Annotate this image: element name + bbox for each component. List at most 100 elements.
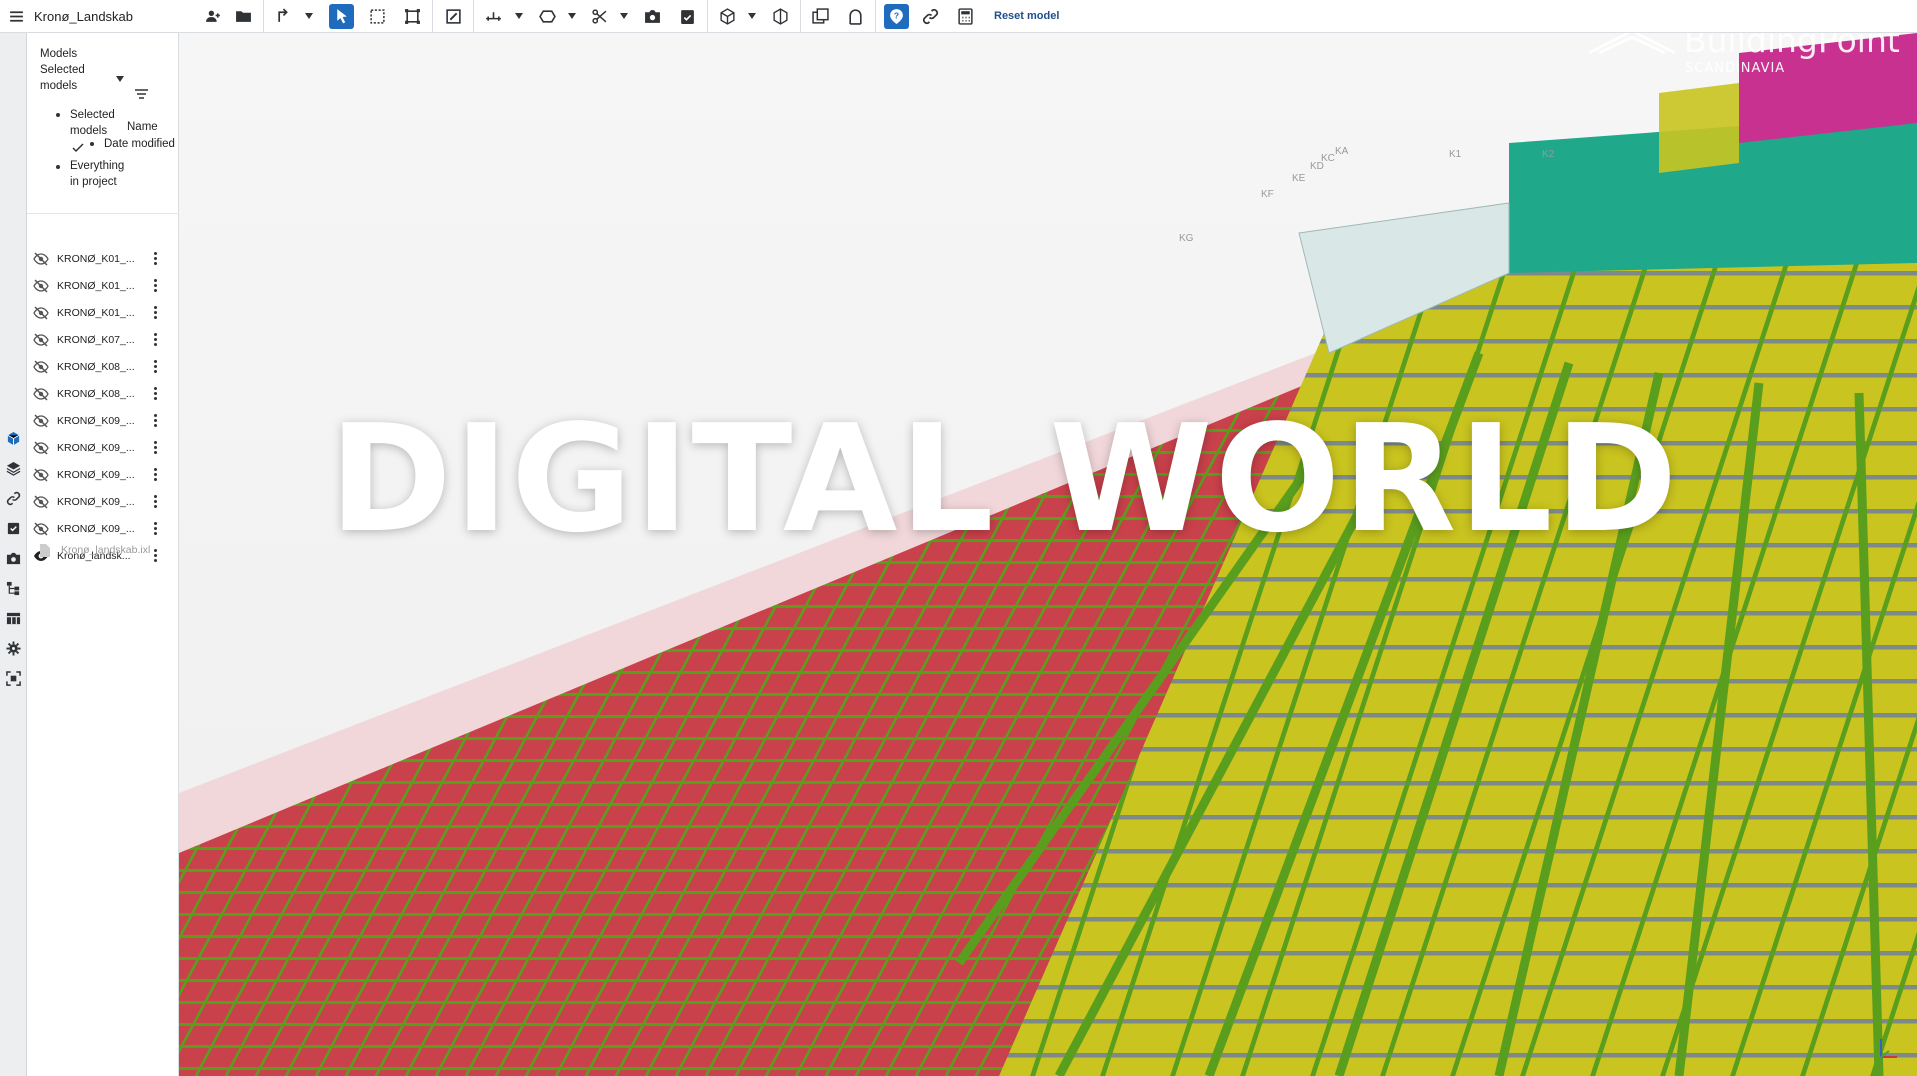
- model-row[interactable]: KRONØ_K09_...: [27, 462, 179, 489]
- model-row[interactable]: KRONØ_K09_...: [27, 489, 179, 516]
- shape-tool-icon[interactable]: [535, 4, 560, 29]
- sort-option-name[interactable]: Name: [127, 119, 158, 135]
- todo-check-icon[interactable]: [4, 519, 23, 538]
- project-title[interactable]: Kronø_Landskab: [34, 9, 133, 24]
- eye-off-icon[interactable]: [33, 441, 49, 455]
- more-options-icon[interactable]: [151, 440, 159, 456]
- eye-off-icon[interactable]: [33, 387, 49, 401]
- folder-icon[interactable]: [231, 4, 256, 29]
- toolbar-divider: [263, 0, 264, 33]
- link-icon[interactable]: [918, 4, 943, 29]
- model-name: KRONØ_K09_...: [57, 523, 135, 535]
- more-options-icon[interactable]: [151, 467, 159, 483]
- list-bullet: [56, 113, 60, 117]
- models-panel: Models Selected models Selected models N…: [27, 33, 179, 1076]
- more-options-icon[interactable]: [151, 413, 159, 429]
- measure-icon[interactable]: [481, 4, 506, 29]
- model-name: KRONØ_K09_...: [57, 496, 135, 508]
- model-row[interactable]: KRONØ_K01_...: [27, 300, 179, 327]
- model-name: KRONØ_K01_...: [57, 307, 135, 319]
- menu-icon[interactable]: [4, 4, 29, 29]
- eye-off-icon[interactable]: [33, 333, 49, 347]
- model-row[interactable]: KRONØ_K09_...: [27, 408, 179, 435]
- grid-label: K2: [1542, 149, 1555, 160]
- eye-off-icon[interactable]: [33, 279, 49, 293]
- link-icon[interactable]: [4, 489, 23, 508]
- filter-dropdown-icon[interactable]: [116, 76, 124, 82]
- eye-off-icon[interactable]: [33, 360, 49, 374]
- more-options-icon[interactable]: [151, 332, 159, 348]
- fit-view-icon[interactable]: [4, 669, 23, 688]
- help-icon[interactable]: ?: [884, 4, 909, 29]
- model-name: KRONØ_K08_...: [57, 388, 135, 400]
- chevron-down-icon[interactable]: [305, 10, 313, 22]
- eye-off-icon[interactable]: [33, 252, 49, 266]
- more-options-icon[interactable]: [151, 278, 159, 294]
- layers-icon[interactable]: [4, 459, 23, 478]
- chevron-down-icon[interactable]: [620, 10, 628, 22]
- tree-structure-icon[interactable]: [4, 579, 23, 598]
- layers-view-icon[interactable]: [808, 4, 833, 29]
- toolbar-divider: [473, 0, 474, 33]
- select-tool-icon[interactable]: [329, 4, 354, 29]
- model-row[interactable]: KRONØ_K08_...: [27, 354, 179, 381]
- area-select-icon[interactable]: [365, 4, 390, 29]
- clipboard-check-icon[interactable]: [675, 4, 700, 29]
- share-users-icon[interactable]: [201, 4, 226, 29]
- option-everything-line2[interactable]: in project: [70, 174, 117, 190]
- buildingpoint-logo-icon: [1588, 33, 1676, 55]
- model-row[interactable]: KRONØ_K07_...: [27, 327, 179, 354]
- more-options-icon[interactable]: [151, 494, 159, 510]
- ghost-icon[interactable]: [843, 4, 868, 29]
- model-name: KRONØ_K01_...: [57, 280, 135, 292]
- settings-gear-icon[interactable]: [4, 639, 23, 658]
- cube-view-icon[interactable]: [715, 4, 740, 29]
- chevron-down-icon[interactable]: [515, 10, 523, 22]
- more-options-icon[interactable]: [151, 386, 159, 402]
- chevron-down-icon[interactable]: [748, 10, 756, 22]
- brand-region: SCANDINAVIA: [1685, 61, 1786, 76]
- model-filter-line1[interactable]: Selected: [40, 62, 85, 78]
- option-selected-models-line2[interactable]: models: [70, 123, 107, 139]
- markup-icon[interactable]: [441, 4, 466, 29]
- eye-off-icon[interactable]: [33, 468, 49, 482]
- option-selected-models-line1[interactable]: Selected: [70, 107, 115, 123]
- model-row[interactable]: KRONØ_K08_...: [27, 381, 179, 408]
- file-row[interactable]: Kronø_landskab.ixl: [27, 537, 179, 564]
- sort-option-date-modified[interactable]: Date modified: [104, 136, 175, 152]
- axis-gizmo-icon: [1880, 1039, 1897, 1058]
- overlay-title: DIGITAL WORLD: [329, 393, 1680, 565]
- model-row[interactable]: KRONØ_K01_...: [27, 273, 179, 300]
- models-cube-icon[interactable]: [4, 429, 23, 448]
- option-everything-line1[interactable]: Everything: [70, 158, 124, 174]
- camera-icon[interactable]: [4, 549, 23, 568]
- model-row[interactable]: KRONØ_K01_...: [27, 246, 179, 273]
- toolbar-divider: [875, 0, 876, 33]
- frame-select-icon[interactable]: [400, 4, 425, 29]
- more-options-icon[interactable]: [151, 359, 159, 375]
- model-filter-line2[interactable]: models: [40, 78, 77, 94]
- eye-off-icon[interactable]: [33, 495, 49, 509]
- calculator-icon[interactable]: [953, 4, 978, 29]
- eye-off-icon[interactable]: [33, 414, 49, 428]
- more-options-icon[interactable]: [151, 521, 159, 537]
- eye-off-icon[interactable]: [33, 522, 49, 536]
- model-name: KRONØ_K01_...: [57, 253, 135, 265]
- fly-mode-icon[interactable]: [272, 4, 297, 29]
- reset-model-button[interactable]: Reset model: [994, 10, 1059, 22]
- model-row[interactable]: KRONØ_K09_...: [27, 435, 179, 462]
- 3d-viewport[interactable]: KG KF KE KD KC KA K1 K2 BuildingPoint SC…: [179, 33, 1917, 1076]
- camera-icon[interactable]: [640, 4, 665, 29]
- section-box-icon[interactable]: [768, 4, 793, 29]
- main-toolbar: Kronø_Landskab ? Reset model: [0, 0, 1917, 33]
- table-icon[interactable]: [4, 609, 23, 628]
- eye-off-icon[interactable]: [33, 306, 49, 320]
- toolbar-divider: [707, 0, 708, 33]
- more-options-icon[interactable]: [151, 251, 159, 267]
- chevron-down-icon[interactable]: [568, 10, 576, 22]
- sort-icon[interactable]: [134, 88, 149, 100]
- model-name: KRONØ_K09_...: [57, 469, 135, 481]
- yellow-building[interactable]: [1659, 83, 1739, 173]
- scissors-icon[interactable]: [587, 4, 612, 29]
- more-options-icon[interactable]: [151, 305, 159, 321]
